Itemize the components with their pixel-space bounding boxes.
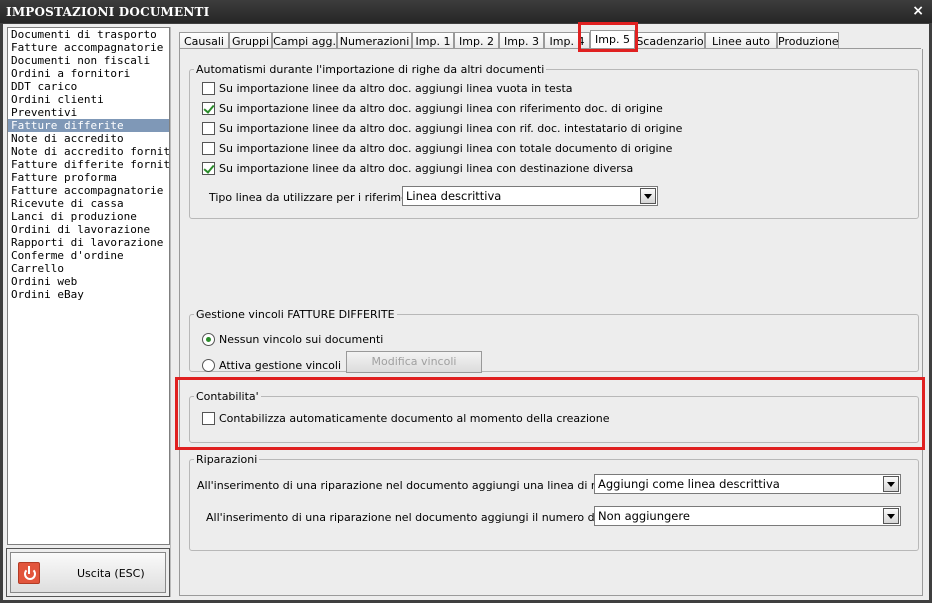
window-client-area: Documenti di trasporto Fatture accompagna… — [3, 22, 929, 600]
close-icon[interactable]: × — [912, 3, 924, 19]
repair-serial-label: All'inserimento di una riparazione nel d… — [206, 511, 661, 524]
sidebar-item[interactable]: Conferme d'ordine — [8, 249, 169, 262]
line-type-select[interactable]: Linea descrittiva — [402, 186, 658, 206]
sidebar-item[interactable]: Rapporti di lavorazione — [8, 236, 169, 249]
import-option-label: Su importazione linee da altro doc. aggi… — [219, 122, 683, 135]
sidebar-item[interactable]: Documenti non fiscali — [8, 54, 169, 67]
exit-panel: Uscita (ESC) — [6, 548, 170, 597]
power-icon — [18, 562, 40, 584]
sidebar-item[interactable]: Fatture accompagnatorie fc — [8, 184, 169, 197]
modify-constraints-button[interactable]: Modifica vincoli — [346, 351, 482, 373]
import-automation-legend: Automatismi durante l'importazione di ri… — [196, 63, 545, 76]
checkbox-box[interactable] — [202, 142, 215, 155]
chevron-down-icon[interactable] — [640, 188, 656, 204]
sidebar-item[interactable]: Fatture differite fornitori — [8, 158, 169, 171]
settings-pane: Causali Gruppi Campi agg. Numerazioni Imp. 1… — [170, 27, 928, 597]
sidebar-item[interactable]: Carrello — [8, 262, 169, 275]
settings-window: IMPOSTAZIONI DOCUMENTI × Documenti di tr… — [0, 0, 932, 603]
chevron-down-icon[interactable] — [883, 508, 899, 524]
checkbox-box[interactable] — [202, 122, 215, 135]
exit-button[interactable]: Uscita (ESC) — [10, 552, 166, 593]
sidebar-item[interactable]: Ordini eBay — [8, 288, 169, 301]
line-type-value: Linea descrittiva — [406, 189, 502, 203]
repair-ref-line-select[interactable]: Aggiungi come linea descrittiva — [594, 474, 901, 494]
repair-ref-line-value: Aggiungi come linea descrittiva — [598, 477, 780, 491]
repairs-group: Riparazioni — [189, 453, 919, 551]
radio-no-constraints-dot[interactable] — [202, 333, 215, 346]
repair-serial-select[interactable]: Non aggiungere — [594, 506, 901, 526]
sidebar-item[interactable]: DDT carico — [8, 80, 169, 93]
checkbox-box[interactable] — [202, 82, 215, 95]
sidebar-item[interactable]: Preventivi — [8, 106, 169, 119]
repair-ref-line-label: All'inserimento di una riparazione nel d… — [197, 479, 660, 492]
repairs-legend: Riparazioni — [196, 453, 258, 466]
sidebar-item[interactable]: Fatture accompagnatorie — [8, 41, 169, 54]
sidebar-item[interactable]: Ordini web — [8, 275, 169, 288]
sidebar-item[interactable]: Ordini di lavorazione — [8, 223, 169, 236]
title-bar: IMPOSTAZIONI DOCUMENTI × — [0, 0, 932, 23]
radio-enable-constraints-dot[interactable] — [202, 359, 215, 372]
sidebar-item[interactable]: Ordini a fornitori — [8, 67, 169, 80]
document-type-list[interactable]: Documenti di trasporto Fatture accompagna… — [7, 27, 170, 545]
window-title: IMPOSTAZIONI DOCUMENTI — [6, 5, 210, 19]
radio-no-constraints-label: Nessun vincolo sui documenti — [219, 333, 384, 346]
vincoli-legend: Gestione vincoli FATTURE DIFFERITE — [196, 308, 395, 321]
import-option-label: Su importazione linee da altro doc. aggi… — [219, 102, 663, 115]
tab-highlight-box — [578, 22, 638, 52]
line-type-label: Tipo linea da utilizzare per i riferimen… — [209, 191, 430, 204]
accounting-highlight-box — [175, 377, 925, 450]
checkbox-box[interactable] — [202, 162, 215, 175]
chevron-down-icon[interactable] — [883, 476, 899, 492]
sidebar-item[interactable]: Lanci di produzione — [8, 210, 169, 223]
exit-button-label: Uscita (ESC) — [77, 567, 145, 580]
radio-enable-constraints-label: Attiva gestione vincoli — [219, 359, 342, 372]
sidebar-item[interactable]: Ordini clienti — [8, 93, 169, 106]
sidebar-item[interactable]: Ricevute di cassa — [8, 197, 169, 210]
repair-serial-value: Non aggiungere — [598, 509, 690, 523]
sidebar-item[interactable]: Fatture differite — [8, 119, 169, 132]
sidebar-item[interactable]: Fatture proforma — [8, 171, 169, 184]
import-option-label: Su importazione linee da altro doc. aggi… — [219, 162, 634, 175]
import-option-label: Su importazione linee da altro doc. aggi… — [219, 142, 673, 155]
sidebar-item[interactable]: Note di accredito fornitori — [8, 145, 169, 158]
sidebar-item[interactable]: Note di accredito — [8, 132, 169, 145]
sidebar-item[interactable]: Documenti di trasporto — [8, 28, 169, 41]
tab-panel-imp5: Automatismi durante l'importazione di ri… — [179, 49, 923, 596]
checkbox-box[interactable] — [202, 102, 215, 115]
tab-strip: Causali Gruppi Campi agg. Numerazioni Imp. 1… — [179, 30, 929, 50]
import-option-label: Su importazione linee da altro doc. aggi… — [219, 82, 573, 95]
